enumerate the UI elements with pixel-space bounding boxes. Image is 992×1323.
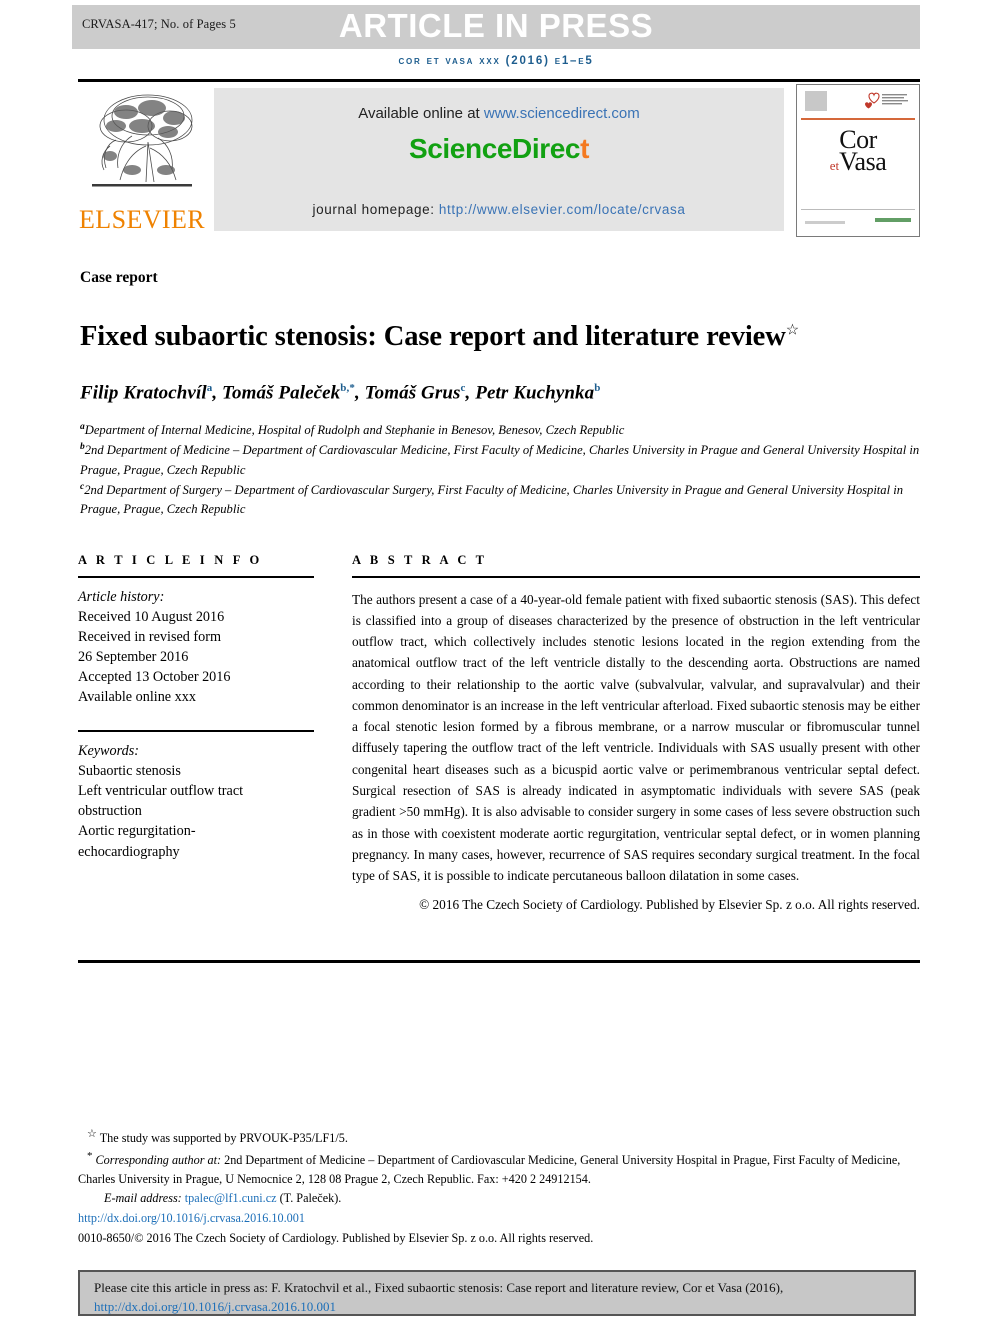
section-type-label: Case report bbox=[80, 269, 158, 286]
author-name: Filip Kratochvíl bbox=[80, 382, 207, 404]
cite-this-article-text: Please cite this article in press as: F.… bbox=[80, 1272, 914, 1317]
keyword-item: Left ventricular outflow tract bbox=[78, 783, 244, 800]
journal-homepage-link[interactable]: http://www.elsevier.com/locate/crvasa bbox=[439, 202, 686, 217]
footnote-corresponding: * Corresponding author at: 2nd Departmen… bbox=[78, 1148, 924, 1189]
cover-title-et: et bbox=[829, 158, 840, 173]
footnote-doi: http://dx.doi.org/10.1016/j.crvasa.2016.… bbox=[78, 1209, 924, 1228]
sciencedirect-link[interactable]: www.sciencedirect.com bbox=[484, 105, 640, 122]
article-history-item: Available online xxx bbox=[78, 689, 196, 706]
available-online-line: Available online at www.sciencedirect.co… bbox=[214, 105, 784, 122]
article-info-rule bbox=[78, 576, 314, 578]
author-list: Filip Kratochvíla, Tomáš Palečekb,*, Tom… bbox=[80, 382, 601, 404]
footnote-funding-text: The study was supported by PRVOUK-P35/LF… bbox=[99, 1131, 348, 1146]
journal-cover-artwork: Cor etVasa bbox=[797, 85, 919, 236]
cite-doi-link[interactable]: http://dx.doi.org/10.1016/j.crvasa.2016.… bbox=[94, 1299, 336, 1314]
email-owner-text: (T. Paleček). bbox=[279, 1191, 342, 1206]
keywords-label: Keywords: bbox=[78, 742, 139, 759]
keyword-item: Aortic regurgitation- bbox=[78, 823, 196, 840]
journal-reference-line: cor et vasa xxx (2016) e1–e5 bbox=[398, 55, 594, 67]
cover-masthead-logo bbox=[805, 91, 827, 111]
elsevier-logo: ELSEVIER bbox=[78, 84, 206, 235]
sciencedirect-wordmark-tail: t bbox=[580, 133, 590, 164]
cover-footer-text-left bbox=[805, 221, 845, 224]
cover-title-vasa: Vasa bbox=[839, 147, 887, 176]
abstract-copyright: © 2016 The Czech Society of Cardiology. … bbox=[419, 897, 920, 913]
author-affiliation-mark: c bbox=[460, 382, 466, 394]
masthead-top-rule bbox=[78, 79, 920, 82]
page-title: Fixed subaortic stenosis: Case report an… bbox=[80, 319, 800, 355]
keyword-item: echocardiography bbox=[78, 843, 180, 860]
journal-masthead: ELSEVIER Available online at www.science… bbox=[78, 84, 920, 237]
affiliation-text: Department of Internal Medicine, Hospita… bbox=[84, 423, 625, 438]
keywords-rule bbox=[78, 729, 314, 732]
author-affiliation-mark: b bbox=[594, 382, 601, 394]
author-name: Tomáš Grus bbox=[364, 382, 461, 404]
affiliation-list: aDepartment of Internal Medicine, Hospit… bbox=[80, 420, 920, 519]
journal-cover-thumbnail: Cor etVasa bbox=[796, 84, 920, 237]
abstract-text: The authors present a case of a 40-year-… bbox=[352, 591, 920, 884]
article-info-column: A R T I C L E I N F O Article history: R… bbox=[78, 553, 314, 862]
footnote-star-marker: ☆ bbox=[87, 1128, 97, 1140]
sciencedirect-banner: Available online at www.sciencedirect.co… bbox=[214, 88, 784, 231]
elsevier-tree-icon bbox=[92, 94, 193, 187]
cover-accent-rule bbox=[801, 118, 915, 120]
article-history-item: Received 10 August 2016 bbox=[78, 608, 225, 625]
email-address-label: E-mail address: bbox=[104, 1191, 182, 1206]
footnote-issn-copyright: 0010-8650/© 2016 The Czech Society of Ca… bbox=[78, 1231, 594, 1246]
affiliation-text: 2nd Department of Medicine – Department … bbox=[80, 443, 920, 477]
journal-homepage-prefix: journal homepage: bbox=[312, 202, 439, 217]
affiliation-item: b2nd Department of Medicine – Department… bbox=[80, 440, 920, 479]
article-history-label: Article history: bbox=[78, 588, 165, 605]
footnote-block: ☆ The study was supported by PRVOUK-P35/… bbox=[78, 1126, 924, 1248]
article-history-item: Received in revised form bbox=[78, 628, 222, 645]
email-address-link[interactable]: tpalec@lf1.cuni.cz bbox=[185, 1191, 277, 1205]
affiliation-item: c2nd Department of Surgery – Department … bbox=[80, 480, 920, 519]
corresponding-author-label: Corresponding author at: bbox=[95, 1153, 222, 1168]
doi-link[interactable]: http://dx.doi.org/10.1016/j.crvasa.2016.… bbox=[78, 1211, 305, 1225]
sciencedirect-wordmark-main: ScienceDirec bbox=[408, 133, 581, 164]
footnote-asterisk-marker: * bbox=[87, 1150, 93, 1163]
journal-homepage-line: journal homepage: http://www.elsevier.co… bbox=[214, 202, 784, 217]
article-history-block: Article history: Received 10 August 2016… bbox=[78, 587, 314, 708]
article-info-heading: A R T I C L E I N F O bbox=[78, 553, 263, 567]
affiliation-text: 2nd Department of Surgery – Department o… bbox=[80, 482, 904, 517]
article-in-press-band: CRVASA-417; No. of Pages 5 ARTICLE IN PR… bbox=[72, 5, 920, 49]
cover-society-heart-icon bbox=[865, 92, 908, 109]
abstract-bottom-rule bbox=[78, 960, 920, 964]
abstract-rule bbox=[352, 576, 920, 578]
cover-footer-logo bbox=[875, 218, 911, 222]
title-footnote-marker: ☆ bbox=[785, 322, 800, 339]
author-name: Petr Kuchynka bbox=[475, 382, 595, 404]
affiliation-item: aDepartment of Internal Medicine, Hospit… bbox=[80, 420, 920, 440]
footnote-funding: ☆ The study was supported by PRVOUK-P35/… bbox=[78, 1126, 924, 1148]
author-affiliation-mark: a bbox=[206, 382, 213, 394]
article-title-text: Fixed subaortic stenosis: Case report an… bbox=[80, 321, 786, 353]
cite-text: Please cite this article in press as: F.… bbox=[94, 1280, 784, 1295]
article-in-press-label: ARTICLE IN PRESS bbox=[338, 7, 654, 44]
keyword-item: obstruction bbox=[78, 803, 142, 820]
cover-journal-title: Cor etVasa bbox=[797, 127, 919, 175]
abstract-column: A B S T R A C T The authors present a ca… bbox=[352, 553, 920, 916]
article-history-item: 26 September 2016 bbox=[78, 649, 189, 666]
cite-this-article-box: Please cite this article in press as: F.… bbox=[78, 1270, 916, 1316]
cover-footer-rule bbox=[801, 209, 915, 210]
abstract-heading: A B S T R A C T bbox=[352, 553, 488, 567]
keywords-block: Keywords: Subaortic stenosis Left ventri… bbox=[78, 729, 314, 862]
keyword-item: Subaortic stenosis bbox=[78, 762, 181, 779]
article-history-item: Accepted 13 October 2016 bbox=[78, 669, 231, 686]
author-name: Tomáš Paleček bbox=[222, 382, 341, 404]
footnote-email: E-mail address: tpalec@lf1.cuni.cz (T. P… bbox=[78, 1189, 924, 1208]
elsevier-wordmark: ELSEVIER bbox=[79, 205, 205, 234]
sciencedirect-wordmark: ScienceDirect bbox=[214, 133, 784, 165]
author-affiliation-mark: b,* bbox=[340, 382, 355, 394]
available-online-prefix: Available online at bbox=[358, 105, 484, 122]
